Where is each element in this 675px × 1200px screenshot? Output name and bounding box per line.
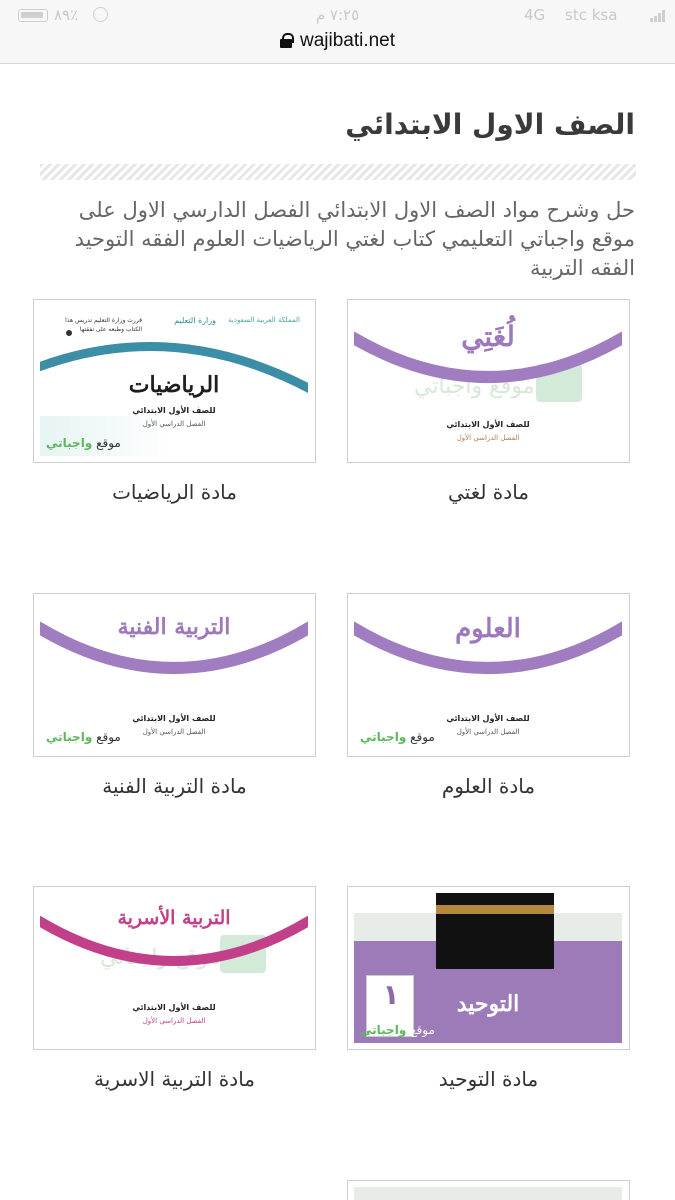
- brand-logo: موقع واجباتي: [46, 436, 121, 450]
- carrier-name: stc ksa: [565, 6, 618, 24]
- subject-card-math[interactable]: المملكة العربية السعودية وزارة التعليم ق…: [33, 299, 316, 463]
- cover-title: لُغَتِي: [461, 320, 515, 353]
- book-cover: موقع واجباتي التربية الأسرية للصف الأول …: [40, 893, 308, 1043]
- subject-card-art[interactable]: التربية الفنية للصف الأول الابتدائي الفص…: [33, 593, 316, 757]
- kaaba-band: [436, 905, 554, 914]
- subject-card-lughati[interactable]: موقع واجباتي لُغَتِي للصف الأول الابتدائ…: [347, 299, 630, 463]
- book-cover: العلوم للصف الأول الابتدائي الفصل الدراس…: [354, 600, 622, 750]
- brand-prefix: موقع: [96, 730, 121, 744]
- cover-grade: للصف الأول الابتدائي: [132, 406, 216, 415]
- brand-logo: موقع واجباتي: [46, 730, 121, 744]
- book-cover: التربية الفنية للصف الأول الابتدائي الفص…: [40, 600, 308, 750]
- book-cover: [354, 1187, 622, 1200]
- subject-label-family-education[interactable]: مادة التربية الاسرية: [33, 1067, 316, 1091]
- brand-name: واجباتي: [46, 730, 93, 744]
- brand-prefix: موقع: [96, 436, 121, 450]
- brand-name: واجباتي: [360, 730, 407, 744]
- cover-semester: الفصل الدراسي الأول: [142, 1017, 206, 1025]
- cover-title: التربية الأسرية: [117, 907, 231, 929]
- brand-prefix: موقع: [410, 1023, 435, 1037]
- brand-logo: موقع واجباتي: [360, 730, 435, 744]
- cover-title: التربية الفنية: [117, 614, 231, 640]
- subject-card-family-education[interactable]: موقع واجباتي التربية الأسرية للصف الأول …: [33, 886, 316, 1050]
- striped-divider: [40, 164, 636, 180]
- brand-prefix: موقع: [410, 730, 435, 744]
- signal-icon: [650, 10, 666, 22]
- network-type: 4G: [524, 6, 546, 24]
- address-domain: wajibati.net: [299, 30, 396, 51]
- cover-semester: الفصل الدراسي الأول: [456, 434, 520, 442]
- subject-label-art[interactable]: مادة التربية الفنية: [33, 774, 316, 798]
- lock-icon: [279, 33, 294, 48]
- brand-name: واجباتي: [46, 436, 93, 450]
- page-title: الصف الاول الابتدائي: [345, 108, 635, 141]
- subject-label-science[interactable]: مادة العلوم: [347, 774, 630, 798]
- grade-number: ١: [382, 978, 400, 1011]
- subject-label-lughati[interactable]: مادة لغتي: [347, 480, 630, 504]
- subject-card-partial[interactable]: [347, 1180, 630, 1200]
- brand-name: واجباتي: [360, 1023, 407, 1037]
- cover-grade: للصف الأول الابتدائي: [446, 420, 530, 429]
- cover-title: العلوم: [455, 614, 521, 644]
- brand-logo: موقع واجباتي: [360, 1023, 435, 1037]
- cover-semester: الفصل الدراسي الأول: [142, 420, 206, 428]
- subject-card-tawheed[interactable]: التوحيد ١ موقع واجباتي: [347, 886, 630, 1050]
- book-cover: موقع واجباتي لُغَتِي للصف الأول الابتدائ…: [354, 306, 622, 456]
- browser-top-bar: ٪٨٩ ٧:٢٥ م 4G stc ksa wajibati.net: [0, 0, 675, 64]
- book-cover: المملكة العربية السعودية وزارة التعليم ق…: [40, 306, 308, 456]
- status-bar: ٪٨٩ ٧:٢٥ م 4G stc ksa: [0, 6, 675, 26]
- book-cover: التوحيد ١ موقع واجباتي: [354, 893, 622, 1043]
- address-bar[interactable]: wajibati.net: [0, 30, 675, 52]
- subject-label-tawheed[interactable]: مادة التوحيد: [347, 1067, 630, 1091]
- cover-grade: للصف الأول الابتدائي: [132, 1003, 216, 1012]
- intro-text: حل وشرح مواد الصف الاول الابتدائي الفصل …: [74, 198, 635, 280]
- subject-label-math[interactable]: مادة الرياضيات: [33, 480, 316, 504]
- cover-grade: للصف الأول الابتدائي: [446, 714, 530, 723]
- cover-title: الرياضيات: [128, 372, 220, 398]
- subject-card-science[interactable]: العلوم للصف الأول الابتدائي الفصل الدراس…: [347, 593, 630, 757]
- cover-grade: للصف الأول الابتدائي: [132, 714, 216, 723]
